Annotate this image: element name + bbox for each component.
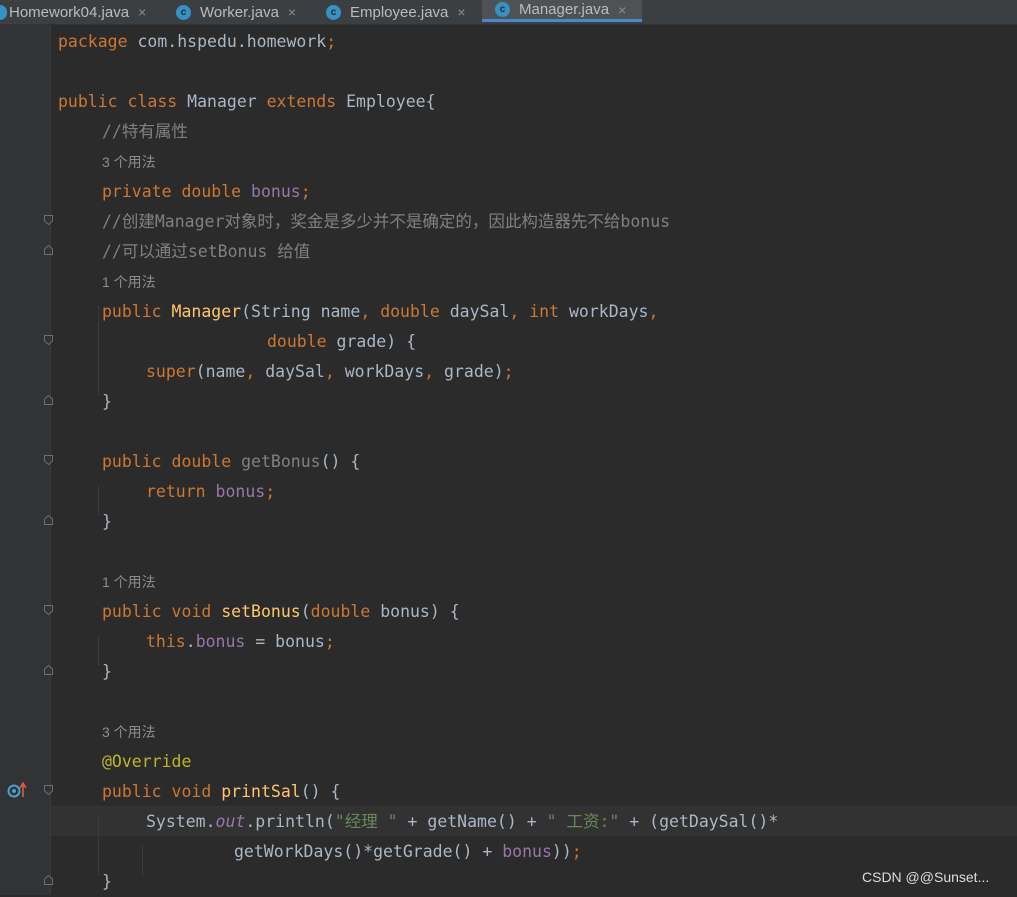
code-comment: //创建Manager对象时，奖金是多少并不是确定的，因此构造器先不给bonus bbox=[102, 212, 671, 231]
code-line: public void printSal() { bbox=[102, 782, 341, 801]
fold-start-icon[interactable] bbox=[44, 605, 53, 615]
indent-guide bbox=[98, 816, 99, 876]
code-line: public double getBonus() { bbox=[102, 452, 361, 471]
class-icon: c bbox=[326, 4, 341, 20]
close-icon[interactable]: × bbox=[288, 4, 296, 20]
close-icon[interactable]: × bbox=[618, 2, 626, 18]
code-comment: //可以通过setBonus 给值 bbox=[102, 242, 311, 261]
fold-start-icon[interactable] bbox=[44, 785, 53, 795]
indent-guide bbox=[98, 486, 99, 516]
fold-end-icon[interactable] bbox=[44, 515, 53, 525]
code-line: double grade) { bbox=[267, 332, 417, 351]
fold-end-icon[interactable] bbox=[44, 395, 53, 405]
usages-hint[interactable]: 3 个用法 bbox=[102, 717, 156, 747]
tab-manager[interactable]: c Manager.java × bbox=[482, 0, 642, 22]
class-icon: c bbox=[176, 4, 191, 20]
tab-worker[interactable]: c Worker.java × bbox=[176, 0, 316, 24]
editor-gutter bbox=[0, 25, 50, 895]
tab-label: Worker.java bbox=[200, 3, 279, 21]
annotation: @Override bbox=[102, 752, 192, 771]
editor-tab-bar: Homework04.java × c Worker.java × c Empl… bbox=[0, 0, 1017, 25]
code-line: } bbox=[102, 392, 112, 411]
code-comment: //特有属性 bbox=[102, 122, 188, 141]
code-line: return bonus; bbox=[146, 482, 276, 501]
tab-label: Homework04.java bbox=[9, 3, 130, 21]
code-line: System.out.println("经理 " + getName() + "… bbox=[146, 812, 779, 831]
usages-hint[interactable]: 1 个用法 bbox=[102, 267, 156, 297]
close-icon[interactable]: × bbox=[457, 4, 465, 20]
tab-employee[interactable]: c Employee.java × bbox=[326, 0, 481, 24]
fold-start-icon[interactable] bbox=[44, 455, 53, 465]
fold-end-icon[interactable] bbox=[44, 875, 53, 885]
code-line: package com.hspedu.homework; bbox=[58, 32, 337, 51]
class-icon: c bbox=[495, 2, 510, 17]
code-line: } bbox=[102, 872, 112, 891]
usages-hint[interactable]: 3 个用法 bbox=[102, 147, 156, 177]
usages-hint[interactable]: 1 个用法 bbox=[102, 567, 156, 597]
code-line: private double bonus; bbox=[102, 182, 311, 201]
fold-end-icon[interactable] bbox=[44, 245, 53, 255]
tab-homework04[interactable]: Homework04.java × bbox=[0, 0, 165, 24]
indent-guide bbox=[142, 846, 143, 876]
implements-up-arrow-icon[interactable] bbox=[19, 782, 27, 797]
close-icon[interactable]: × bbox=[138, 4, 146, 20]
indent-guide bbox=[98, 636, 99, 666]
code-line: super(name, daySal, workDays, grade); bbox=[146, 362, 514, 381]
watermark-text: CSDN @@Sunset... bbox=[862, 869, 990, 885]
code-line: } bbox=[102, 662, 112, 681]
fold-start-icon[interactable] bbox=[44, 215, 53, 225]
tab-label: Employee.java bbox=[350, 3, 449, 21]
code-line: public class Manager extends Employee{ bbox=[58, 92, 436, 111]
fold-start-icon[interactable] bbox=[44, 335, 53, 345]
tab-label: Manager.java bbox=[519, 1, 610, 18]
code-line: } bbox=[102, 512, 112, 531]
code-line: public Manager(String name, double daySa… bbox=[102, 302, 659, 321]
fold-end-icon[interactable] bbox=[44, 665, 53, 675]
indent-guide bbox=[98, 306, 99, 396]
code-line: getWorkDays()*getGrade() + bonus)); bbox=[234, 842, 582, 861]
code-line: public void setBonus(double bonus) { bbox=[102, 602, 460, 621]
code-line: this.bonus = bonus; bbox=[146, 632, 335, 651]
java-file-icon bbox=[0, 4, 7, 20]
